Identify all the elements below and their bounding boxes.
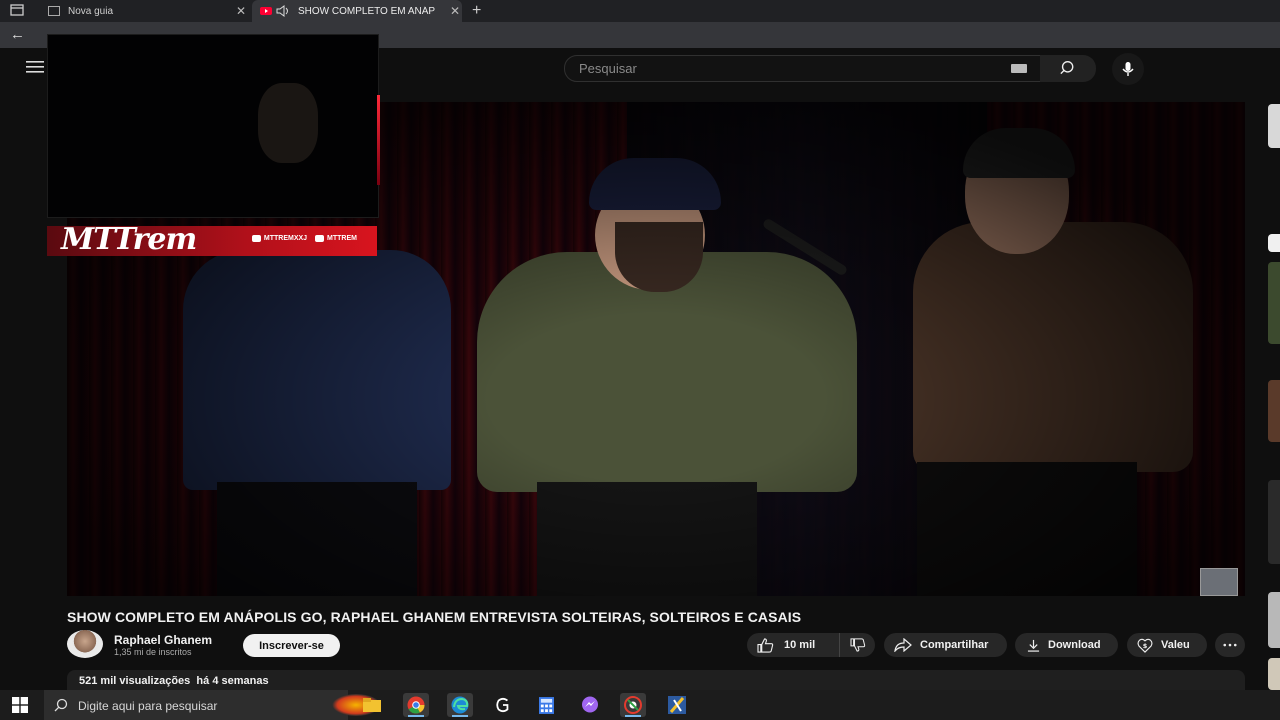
windows-taskbar: Digite aqui para pesquisar — [0, 690, 1280, 720]
subscribe-button[interactable]: Inscrever-se — [243, 634, 340, 657]
tab-close-icon[interactable]: ✕ — [234, 4, 248, 18]
keyboard-icon[interactable] — [1011, 64, 1027, 73]
taskbar-search[interactable]: Digite aqui para pesquisar — [44, 690, 380, 720]
search-icon — [54, 698, 68, 712]
recommendation-thumbnail[interactable] — [1268, 658, 1280, 690]
youtube-small-icon — [315, 235, 325, 242]
view-count-and-date: 521 mil visualizações há 4 semanas — [79, 675, 269, 687]
hamburger-menu-icon[interactable] — [26, 60, 44, 74]
microphone-icon — [1122, 62, 1134, 76]
thanks-button[interactable]: $ Valeu — [1127, 633, 1207, 657]
active-app-indicator — [625, 715, 641, 717]
streamer-logo: MTTrem — [61, 222, 197, 257]
youtube-icon — [260, 7, 272, 15]
recommendation-thumbnail[interactable] — [1268, 592, 1280, 648]
upload-date: há 4 semanas — [196, 675, 269, 687]
instagram-icon — [251, 235, 261, 242]
app-g-icon[interactable] — [490, 693, 516, 717]
webcam-overlay — [47, 34, 380, 218]
channel-name[interactable]: Raphael Ghanem — [114, 633, 212, 647]
search-input[interactable] — [565, 56, 1019, 81]
video-title: SHOW COMPLETO EM ANÁPOLIS GO, RAPHAEL GH… — [67, 609, 802, 625]
chrome-icon[interactable] — [403, 693, 429, 717]
app-k-icon[interactable] — [664, 693, 690, 717]
active-app-indicator — [408, 715, 424, 717]
calculator-icon[interactable] — [533, 693, 559, 717]
recommendation-thumbnail[interactable] — [1268, 480, 1280, 564]
share-label: Compartilhar — [920, 639, 989, 651]
super-thanks-icon: $ — [1137, 638, 1153, 653]
youtube-handle: MTTREM — [315, 235, 357, 242]
tab-close-icon[interactable]: ✕ — [448, 4, 462, 18]
thumbs-up-icon — [757, 637, 774, 653]
download-label: Download — [1048, 639, 1101, 651]
like-dislike-group: 10 mil — [747, 633, 875, 657]
voice-search-button[interactable] — [1112, 53, 1144, 85]
download-icon — [1027, 639, 1040, 652]
tab-youtube-video[interactable]: SHOW COMPLETO EM ANÁP ✕ — [252, 0, 462, 22]
recommendation-thumbnail[interactable] — [1268, 380, 1280, 442]
taskbar-search-placeholder: Digite aqui para pesquisar — [78, 699, 218, 713]
browser-tabstrip: Nova guia ✕ SHOW COMPLETO EM ANÁP ✕ + — [0, 0, 1280, 22]
like-count: 10 mil — [784, 639, 816, 651]
share-button[interactable]: Compartilhar — [884, 633, 1007, 657]
thumbs-down-icon — [849, 638, 865, 652]
like-button[interactable]: 10 mil — [747, 633, 840, 657]
back-arrow-icon[interactable]: ← — [10, 26, 25, 43]
streamer-banner: MTTrem MTTREMXXJ MTTREM — [47, 222, 377, 257]
instagram-handle: MTTREMXXJ — [251, 235, 307, 242]
more-horizontal-icon — [1223, 643, 1237, 647]
recommendation-thumbnail[interactable] — [1268, 262, 1280, 344]
tab-title: SHOW COMPLETO EM ANÁP — [298, 5, 436, 17]
share-arrow-icon — [894, 638, 912, 652]
search-box — [564, 55, 1042, 82]
file-explorer-icon[interactable] — [359, 693, 385, 717]
view-count: 521 mil visualizações — [79, 675, 191, 687]
messenger-icon[interactable] — [577, 693, 603, 717]
edge-icon[interactable] — [447, 693, 473, 717]
page-icon — [48, 6, 60, 16]
recommendation-thumbnail[interactable] — [1268, 234, 1280, 252]
recommendation-thumbnail[interactable] — [1268, 104, 1280, 148]
dislike-button[interactable] — [840, 638, 875, 652]
video-watermark-thumbnail[interactable] — [1200, 568, 1238, 596]
social-handles: MTTREMXXJ MTTREM — [251, 235, 357, 242]
search-icon — [1060, 61, 1074, 75]
new-tab-button[interactable]: + — [472, 0, 481, 22]
subscriber-count: 1,35 mi de inscritos — [114, 647, 192, 657]
svg-text:$: $ — [1143, 641, 1148, 649]
webcam-person — [258, 83, 318, 163]
active-app-indicator — [452, 715, 468, 717]
more-actions-button[interactable] — [1215, 633, 1245, 657]
chrome-canary-icon[interactable] — [620, 693, 646, 717]
description-box[interactable]: 521 mil visualizações há 4 semanas — [67, 670, 1245, 690]
search-button[interactable] — [1040, 55, 1096, 82]
window-menu-icon[interactable] — [10, 4, 24, 16]
thanks-label: Valeu — [1161, 639, 1190, 651]
channel-avatar[interactable] — [67, 630, 103, 658]
tab-title: Nova guia — [68, 5, 114, 17]
tab-new-tab[interactable]: Nova guia ✕ — [40, 0, 248, 22]
download-button[interactable]: Download — [1015, 633, 1118, 657]
speaker-icon[interactable] — [276, 5, 290, 17]
windows-start-icon[interactable] — [12, 697, 28, 713]
webcam-light — [377, 95, 380, 185]
